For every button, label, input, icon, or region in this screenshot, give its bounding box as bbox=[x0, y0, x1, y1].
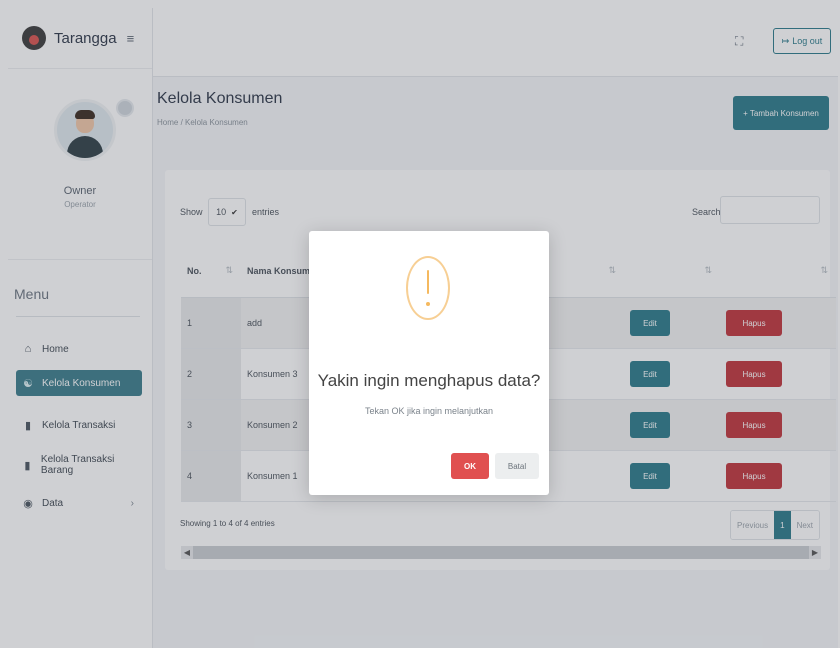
cancel-button[interactable]: Batal bbox=[495, 453, 539, 479]
dialog-title: Yakin ingin menghapus data? bbox=[317, 371, 541, 390]
warning-icon bbox=[406, 256, 450, 320]
ok-button[interactable]: OK bbox=[451, 453, 489, 479]
dialog-text: Tekan OK jika ingin melanjutkan bbox=[364, 406, 494, 416]
confirm-dialog: Yakin ingin menghapus data? Tekan OK jik… bbox=[309, 231, 549, 495]
